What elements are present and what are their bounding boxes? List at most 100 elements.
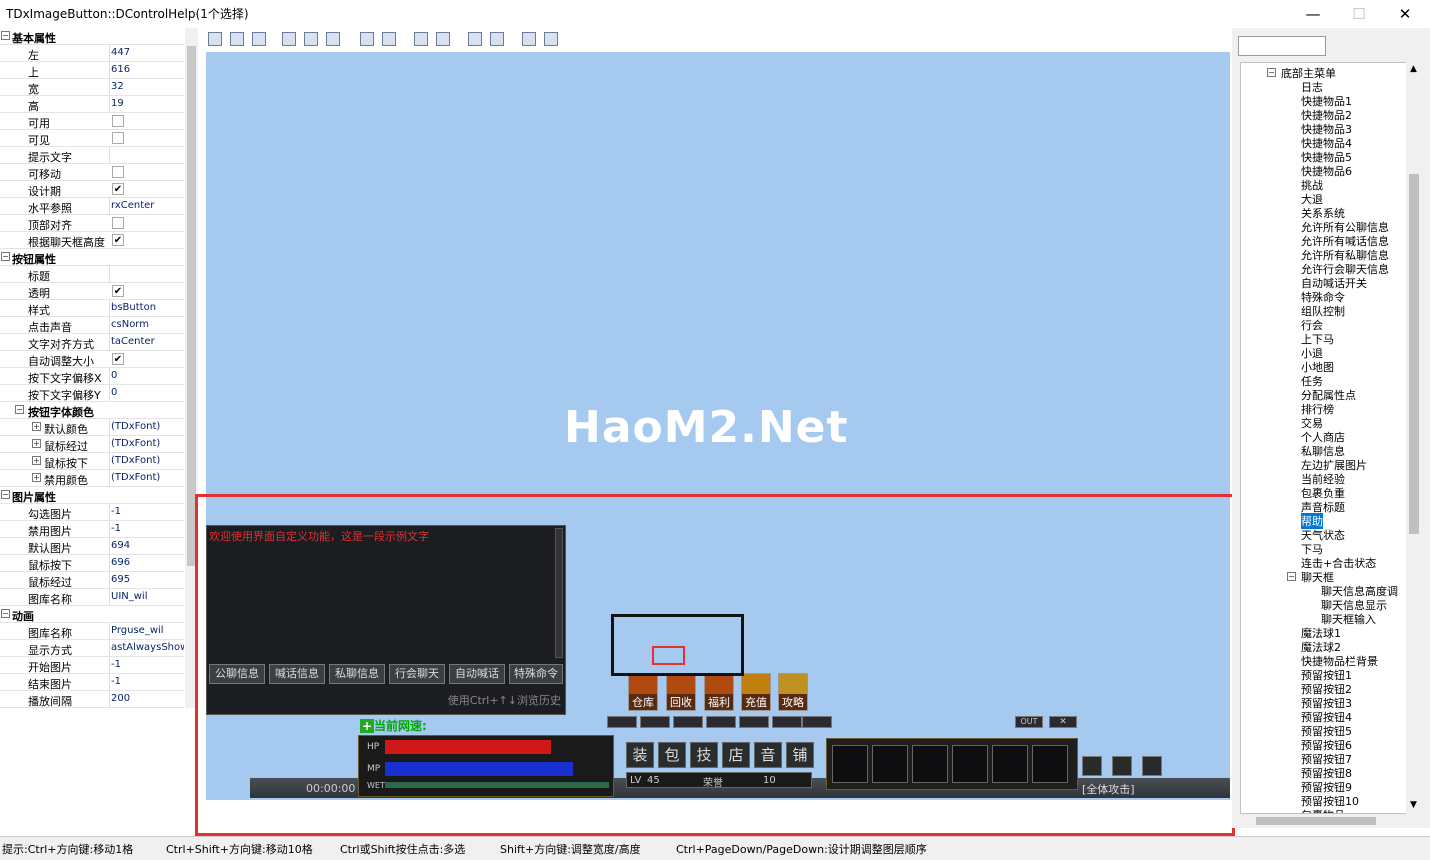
prop-design[interactable]: 设计期 ✔ (0, 181, 184, 198)
scrollbar-thumb[interactable] (1256, 817, 1376, 825)
prop-style-value[interactable]: bsButton (109, 300, 184, 316)
prop-textalign[interactable]: 文字对齐方式 taCenter (0, 334, 184, 351)
topalign-checkbox[interactable] (112, 217, 124, 229)
align-left-icon[interactable] (208, 32, 222, 46)
center-v-icon[interactable] (544, 32, 558, 46)
prop-transparent[interactable]: 透明 ✔ (0, 283, 184, 300)
prop-chatheight[interactable]: 根据聊天框高度 ✔ (0, 232, 184, 249)
prop-img-check[interactable]: 勾选图片 -1 (0, 504, 184, 521)
scrollbar-thumb[interactable] (187, 46, 196, 566)
center-h-icon[interactable] (522, 32, 536, 46)
maximize-button[interactable]: ☐ (1336, 0, 1382, 28)
prop-img-disabled[interactable]: 禁用图片 -1 (0, 521, 184, 538)
collapse-icon[interactable]: − (15, 405, 24, 414)
collapse-icon[interactable]: − (1267, 68, 1276, 77)
expand-icon[interactable]: + (32, 473, 41, 482)
transparent-checkbox[interactable]: ✔ (112, 285, 124, 297)
prop-anim-lib[interactable]: 图库名称 Prguse_wil (0, 623, 184, 640)
section-image[interactable]: − 图片属性 (0, 487, 184, 504)
prop-img-hover[interactable]: 鼠标经过 695 (0, 572, 184, 589)
prop-autosize[interactable]: 自动调整大小 ✔ (0, 351, 184, 368)
prop-width[interactable]: 宽 32 (0, 79, 184, 96)
same-height-icon[interactable] (436, 32, 450, 46)
tree-search-input[interactable] (1238, 36, 1326, 56)
align-center-icon[interactable] (230, 32, 244, 46)
prop-interval[interactable]: 播放间隔 200 (0, 691, 184, 708)
prop-sound-value[interactable]: csNorm (109, 317, 184, 333)
prop-font-down[interactable]: + 鼠标按下 (TDxFont) (0, 453, 184, 470)
prop-font-default[interactable]: + 默认颜色 (TDxFont) (0, 419, 184, 436)
space-vertical-icon[interactable] (382, 32, 396, 46)
align-middle-icon[interactable] (304, 32, 318, 46)
prop-topalign[interactable]: 顶部对齐 (0, 215, 184, 232)
prop-halign[interactable]: 水平参照 rxCenter (0, 198, 184, 215)
prop-caption[interactable]: 标题 (0, 266, 184, 283)
section-button[interactable]: − 按钮属性 (0, 249, 184, 266)
prop-left-value[interactable]: 447 (109, 45, 184, 61)
collapse-icon[interactable]: − (1, 490, 10, 499)
section-anim[interactable]: − 动画 (0, 606, 184, 623)
prop-end-img[interactable]: 结束图片 -1 (0, 674, 184, 691)
prop-visible[interactable]: 可见 (0, 130, 184, 147)
expand-icon[interactable]: + (32, 422, 41, 431)
tree-vscrollbar[interactable]: ▲ ▼ (1406, 62, 1422, 814)
expand-icon[interactable]: + (32, 456, 41, 465)
collapse-icon[interactable]: − (1, 252, 10, 261)
visible-checkbox[interactable] (112, 132, 124, 144)
tree-item[interactable]: 包裹物品 (1301, 807, 1345, 813)
prop-font-hover[interactable]: + 鼠标经过 (TDxFont) (0, 436, 184, 453)
prop-style[interactable]: 样式 bsButton (0, 300, 184, 317)
control-tree[interactable]: − 底部主菜单 日志 快捷物品1 快捷物品2 快捷物品3 快捷物品4 快捷物品5 快捷物品6… (1240, 62, 1414, 814)
autosize-checkbox[interactable]: ✔ (112, 353, 124, 365)
prop-offy-value[interactable]: 0 (109, 385, 184, 401)
section-basic[interactable]: − 基本属性 (0, 28, 184, 45)
scrollbar-thumb[interactable] (1409, 174, 1419, 534)
minimize-button[interactable]: — (1290, 0, 1336, 28)
prop-offx[interactable]: 按下文字偏移X 0 (0, 368, 184, 385)
prop-halign-value[interactable]: rxCenter (109, 198, 184, 214)
prop-height[interactable]: 高 19 (0, 96, 184, 113)
align-top-icon[interactable] (282, 32, 296, 46)
prop-left[interactable]: 左 447 (0, 45, 184, 62)
align-bottom-icon[interactable] (326, 32, 340, 46)
watermark: HaoM2.Net (564, 402, 849, 453)
chatheight-checkbox[interactable]: ✔ (112, 234, 124, 246)
prop-textalign-value[interactable]: taCenter (109, 334, 184, 350)
prop-height-value[interactable]: 19 (109, 96, 184, 112)
prop-lib[interactable]: 图库名称 UIN_wil (0, 589, 184, 606)
prop-img-down[interactable]: 鼠标按下 696 (0, 555, 184, 572)
prop-movable[interactable]: 可移动 (0, 164, 184, 181)
send-back-icon[interactable] (490, 32, 504, 46)
prop-offx-value[interactable]: 0 (109, 368, 184, 384)
prop-offy[interactable]: 按下文字偏移Y 0 (0, 385, 184, 402)
prop-hint-value[interactable] (109, 147, 184, 163)
prop-width-value[interactable]: 32 (109, 79, 184, 95)
scroll-up-icon[interactable]: ▲ (1410, 64, 1417, 74)
design-checkbox[interactable]: ✔ (112, 183, 124, 195)
expand-icon[interactable]: + (32, 439, 41, 448)
prop-caption-value[interactable] (109, 266, 184, 282)
close-button[interactable]: ✕ (1382, 0, 1428, 28)
selected-control[interactable] (652, 646, 685, 665)
prop-font-disabled[interactable]: + 禁用颜色 (TDxFont) (0, 470, 184, 487)
scroll-down-icon[interactable]: ▼ (1410, 800, 1417, 810)
prop-img-default[interactable]: 默认图片 694 (0, 538, 184, 555)
prop-enabled[interactable]: 可用 (0, 113, 184, 130)
prop-hint[interactable]: 提示文字 (0, 147, 184, 164)
collapse-icon[interactable]: − (1287, 572, 1296, 581)
prop-sound[interactable]: 点击声音 csNorm (0, 317, 184, 334)
prop-top-value[interactable]: 616 (109, 62, 184, 78)
collapse-icon[interactable]: − (1, 31, 10, 40)
same-width-icon[interactable] (414, 32, 428, 46)
space-horizontal-icon[interactable] (360, 32, 374, 46)
prop-top[interactable]: 上 616 (0, 62, 184, 79)
movable-checkbox[interactable] (112, 166, 124, 178)
bring-front-icon[interactable] (468, 32, 482, 46)
prop-start-img[interactable]: 开始图片 -1 (0, 657, 184, 674)
section-font[interactable]: − 按钮字体颜色 (0, 402, 184, 419)
prop-show-mode[interactable]: 显示方式 astAlwaysShow (0, 640, 184, 657)
enabled-checkbox[interactable] (112, 115, 124, 127)
collapse-icon[interactable]: − (1, 609, 10, 618)
tree-hscrollbar[interactable] (1240, 814, 1422, 828)
align-right-icon[interactable] (252, 32, 266, 46)
